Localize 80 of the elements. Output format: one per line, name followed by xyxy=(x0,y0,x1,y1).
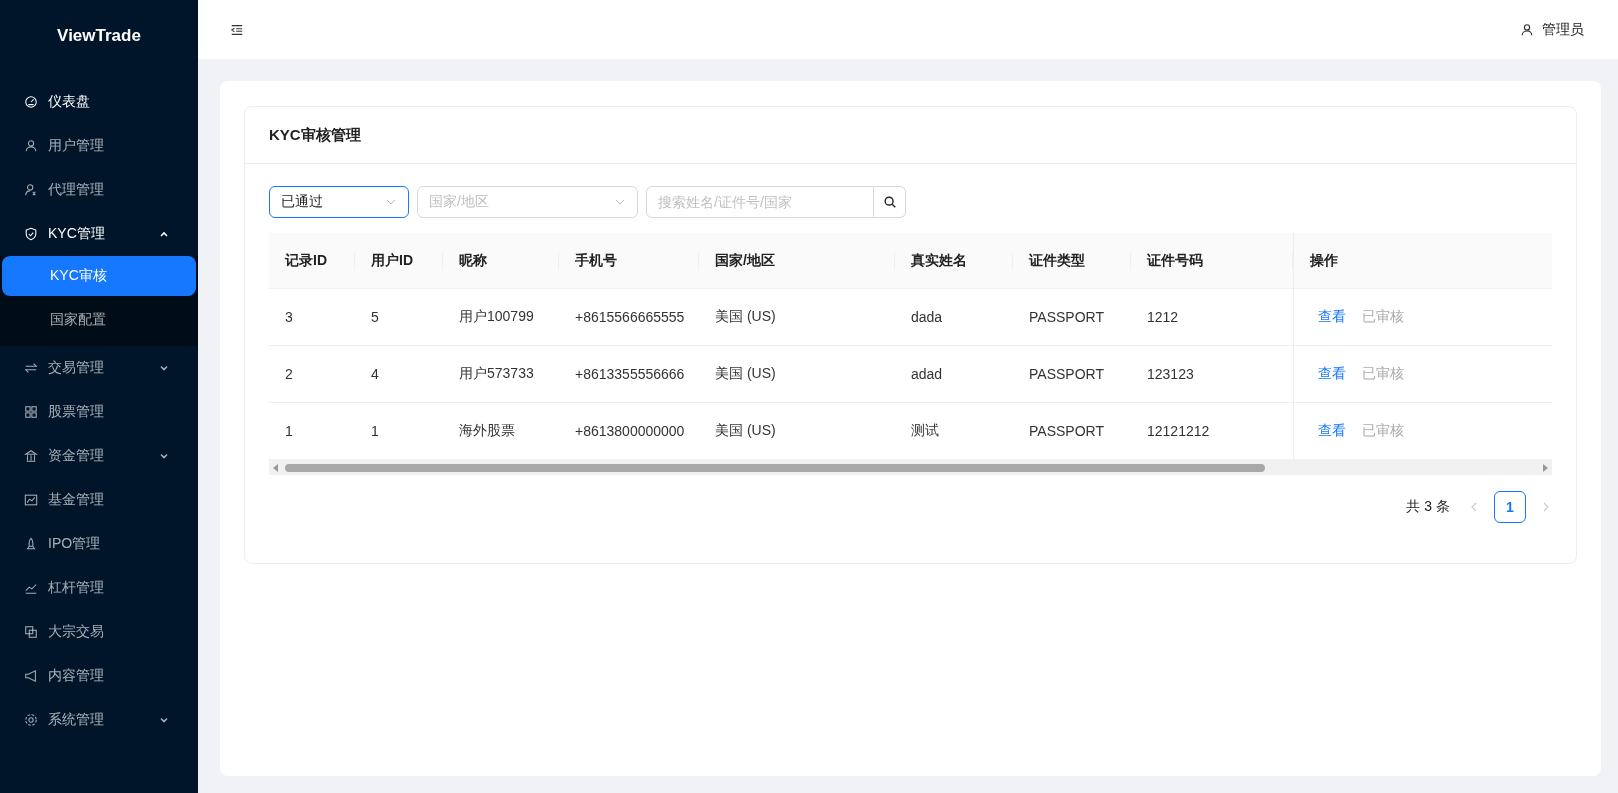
table-cell-text: 用户100799 xyxy=(458,308,535,326)
view-link[interactable]: 查看 xyxy=(1318,365,1346,383)
column-header: 操作 xyxy=(1293,233,1552,288)
column-header: 国家/地区 xyxy=(699,251,895,270)
nav-item[interactable]: 股票管理 xyxy=(0,390,198,434)
panel-title: KYC审核管理 xyxy=(245,107,1576,164)
table-cell-text: 1212 xyxy=(1146,309,1180,325)
table-cell-text: 美国 (US) xyxy=(714,308,777,326)
search-field[interactable]: 搜索姓名/证件号/国家 xyxy=(646,186,874,218)
scroll-left-icon[interactable] xyxy=(273,463,279,472)
nav-item[interactable]: 代理管理 xyxy=(0,168,198,212)
search-icon xyxy=(882,195,897,209)
chart-icon xyxy=(24,493,38,507)
table-cell-text: 用户573733 xyxy=(458,365,535,383)
table-cell-text: 123123 xyxy=(1146,366,1195,382)
table-cell-text: 测试 xyxy=(910,422,940,440)
table-cell-text: +8615566665555 xyxy=(574,309,686,325)
table-cell-text: 12121212 xyxy=(1146,423,1211,439)
status-text: 已审核 xyxy=(1362,422,1404,440)
table-cell-text: 1 xyxy=(284,423,294,439)
column-header: 昵称 xyxy=(443,251,559,270)
column-header: 记录ID xyxy=(269,251,355,270)
gauge-icon xyxy=(24,95,38,109)
table-cell-text: 4 xyxy=(370,366,380,382)
table-cell-text: +8613355556666 xyxy=(574,366,686,382)
nav-item[interactable]: KYC管理 xyxy=(0,212,198,256)
user-icon xyxy=(1520,22,1534,37)
table-cell-text: adad xyxy=(910,366,944,382)
scroll-right-icon[interactable] xyxy=(1542,463,1548,472)
table-cell-text: PASSPORT xyxy=(1028,366,1105,382)
table-cell-text: +8613800000000 xyxy=(574,423,686,439)
nav-item[interactable]: IPO管理 xyxy=(0,522,198,566)
status-text: 已审核 xyxy=(1362,365,1404,383)
column-header: 手机号 xyxy=(559,251,699,270)
shield-icon xyxy=(24,227,38,241)
user-name[interactable]: 管理员 xyxy=(1542,20,1584,39)
table-cell-text: 1 xyxy=(370,423,380,439)
menu-fold-icon[interactable] xyxy=(230,22,244,37)
page-button[interactable]: 1 xyxy=(1494,491,1526,523)
column-header: 证件类型 xyxy=(1013,251,1131,270)
status-text: 已审核 xyxy=(1362,308,1404,326)
view-link[interactable]: 查看 xyxy=(1318,308,1346,326)
table-cell-text: 海外股票 xyxy=(458,422,516,440)
app-logo: ViewTrade xyxy=(56,25,142,47)
nav-item[interactable]: 内容管理 xyxy=(0,654,198,698)
view-link[interactable]: 查看 xyxy=(1318,422,1346,440)
table-cell-text: 2 xyxy=(284,366,294,382)
search-button[interactable] xyxy=(874,186,906,218)
user-icon xyxy=(24,139,38,153)
total-count: 共 3 条 xyxy=(1406,498,1450,516)
scrollbar-thumb[interactable] xyxy=(285,463,1265,472)
copy-icon xyxy=(24,625,38,639)
table-cell-text: PASSPORT xyxy=(1028,309,1105,325)
nav-item[interactable]: 用户管理 xyxy=(0,124,198,168)
nav-item[interactable]: 交易管理 xyxy=(0,346,198,390)
table-cell-text: 美国 (US) xyxy=(714,422,777,440)
nav-item[interactable]: 杠杆管理 xyxy=(0,566,198,610)
table-cell-text: PASSPORT xyxy=(1028,423,1105,439)
nav-item[interactable]: 仪表盘 xyxy=(0,80,198,124)
horizontal-scrollbar[interactable] xyxy=(269,460,1552,475)
table-cell-text: 5 xyxy=(370,309,380,325)
nav-item[interactable]: 资金管理 xyxy=(0,434,198,478)
column-header: 用户ID xyxy=(355,251,443,270)
status-select[interactable]: 已通过 xyxy=(269,186,409,218)
column-header: 证件号码 xyxy=(1131,251,1293,270)
grid-icon xyxy=(24,405,38,419)
table-cell-text: dada xyxy=(910,309,944,325)
swap-icon xyxy=(24,361,38,375)
nav-item[interactable]: 基金管理 xyxy=(0,478,198,522)
column-header: 真实姓名 xyxy=(895,251,1013,270)
trend-icon xyxy=(24,581,38,595)
table-cell-text: 3 xyxy=(284,309,294,325)
table-cell-text: 美国 (US) xyxy=(714,365,777,383)
megaphone-icon xyxy=(24,669,38,683)
nav-item[interactable]: 系统管理 xyxy=(0,698,198,742)
nav-subitem[interactable]: KYC审核 xyxy=(2,256,196,296)
nav-subitem[interactable]: 国家配置 xyxy=(2,300,196,340)
bank-icon xyxy=(24,449,38,463)
nav-item[interactable]: 大宗交易 xyxy=(0,610,198,654)
rocket-icon xyxy=(24,537,38,551)
